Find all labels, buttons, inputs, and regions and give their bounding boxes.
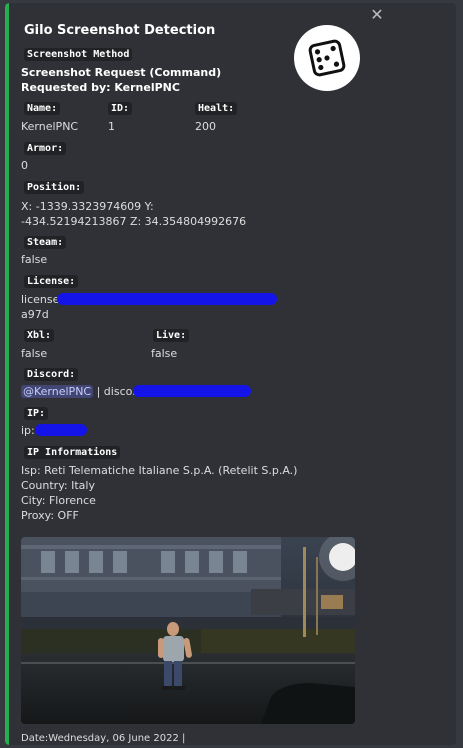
field-name-license: License:: [24, 275, 79, 288]
game-scene: [21, 537, 355, 724]
field-value-live: false: [151, 347, 178, 360]
embed-footer: Date:Wednesday, 06 June 2022 |: [21, 733, 186, 744]
field-name-ip-informations: IP Informations: [24, 446, 121, 459]
field-value-position: X: -1339.3323974609 Y: -434.52194213867 …: [21, 200, 247, 228]
field-name-name: Name:: [24, 102, 61, 115]
embed-card: ✕ Gilo Screenshot Detection Screenshot M…: [5, 3, 456, 745]
field-value-xbl: false: [21, 347, 48, 360]
ip-info-proxy: Proxy: OFF: [21, 509, 79, 522]
ip-info-city: City: Florence: [21, 494, 96, 507]
field-name-armor: Armor:: [24, 142, 67, 155]
field-value-steam: false: [21, 253, 48, 266]
field-value-screenshot-method: Screenshot Request (Command) Requested b…: [21, 66, 222, 94]
field-value-name: KernelPNC: [21, 120, 79, 133]
ip-info-country: Country: Italy: [21, 479, 95, 492]
screenshot-image[interactable]: [21, 537, 355, 724]
embed-title: Gilo Screenshot Detection: [24, 23, 216, 38]
close-icon[interactable]: ✕: [369, 7, 385, 23]
embed-accent-bar: [5, 3, 9, 745]
redaction-mark-discord: [133, 385, 251, 397]
field-name-steam: Steam:: [24, 236, 67, 249]
ip-info-isp: Isp: Reti Telematiche Italiane S.p.A. (R…: [21, 464, 298, 477]
field-name-screenshot-method: Screenshot Method: [24, 48, 133, 61]
field-value-discord: @KernelPNC | discord:: [21, 385, 147, 398]
dice-icon: [308, 39, 346, 77]
field-value-ip-prefix: ip:: [21, 424, 35, 437]
redaction-mark-ip: [35, 424, 87, 436]
field-name-live: Live:: [153, 329, 190, 342]
field-name-position: Position:: [24, 181, 85, 194]
field-value-armor: 0: [21, 159, 28, 172]
redaction-mark-license: [57, 293, 277, 305]
field-value-id: 1: [108, 120, 115, 133]
user-mention[interactable]: @KernelPNC: [21, 385, 94, 398]
field-name-ip: IP:: [24, 407, 49, 420]
field-name-discord: Discord:: [24, 368, 79, 381]
field-value-license-suffix: a97d: [21, 308, 49, 321]
field-name-xbl: Xbl:: [24, 329, 55, 342]
field-name-health: Healt:: [195, 102, 238, 115]
field-value-health: 200: [195, 120, 216, 133]
thumbnail: [294, 25, 360, 91]
field-name-id: ID:: [108, 102, 133, 115]
